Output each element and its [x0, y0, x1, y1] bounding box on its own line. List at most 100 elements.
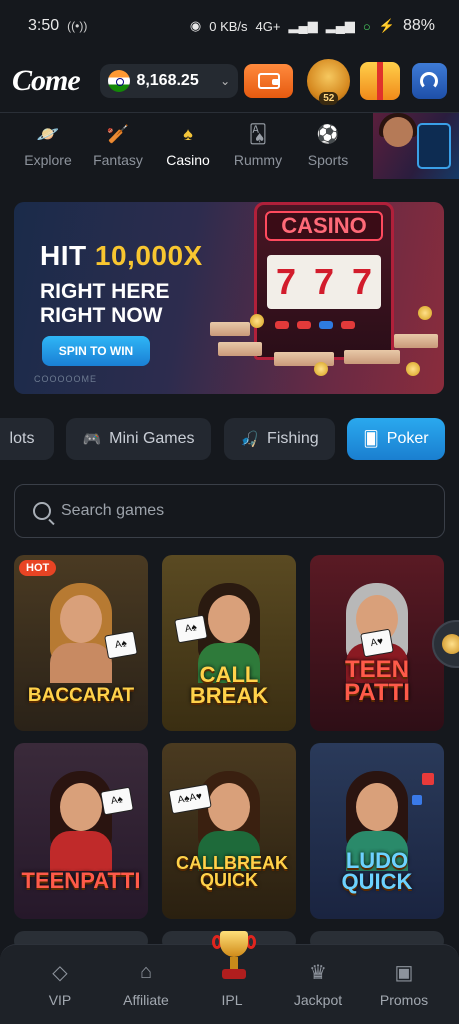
category-explore[interactable]: 🪐 Explore	[13, 124, 83, 168]
promo-phone-image	[417, 122, 451, 169]
vip-level-number: 52	[319, 92, 339, 105]
cash-stack	[210, 322, 250, 336]
tab-slots[interactable]: lots	[0, 418, 54, 460]
nav-ipl[interactable]: IPL	[189, 931, 275, 1024]
search-input[interactable]	[61, 502, 401, 520]
banner-line-3: RIGHT NOW	[40, 304, 163, 327]
headset-icon	[420, 72, 439, 90]
app-header: Come 8,168.25 ⌄ 52	[0, 52, 459, 110]
app-logo[interactable]: Come	[12, 64, 94, 98]
game-card-teenpatti[interactable]: A♠ TEENPATTI	[14, 743, 148, 919]
slot-button-blue	[319, 321, 333, 329]
cash-stack	[394, 334, 438, 348]
spin-to-win-button[interactable]: SPIN TO WIN	[42, 336, 150, 366]
reel-1: 7	[275, 261, 297, 302]
playing-cards-icon: A♠	[104, 630, 138, 660]
casino-sign: CASINO	[265, 211, 383, 241]
game-title: CALL BREAK	[189, 662, 269, 708]
game-filter-tabs: lots 🎮 Mini Games 🎣 Fishing 🂠 Poker	[0, 418, 459, 460]
tab-poker[interactable]: 🂠 Poker	[347, 418, 445, 460]
category-label: Fantasy	[93, 151, 143, 168]
cash-stack	[344, 350, 400, 364]
network-speed: 0 KB/s	[209, 18, 248, 34]
trophy-icon	[442, 634, 459, 654]
nav-label: Promos	[379, 992, 429, 1008]
banner-headline-highlight: 10,000X	[94, 240, 203, 271]
nav-affiliate[interactable]: ⌂ Affiliate	[103, 945, 189, 1024]
balance-selector[interactable]: 8,168.25 ⌄	[100, 64, 239, 98]
nav-vip[interactable]: ◇ VIP	[17, 945, 103, 1024]
jackpot-icon: ♛	[309, 961, 327, 984]
game-title: CALLBREAK QUICK	[176, 853, 288, 891]
fish-icon: 🎣	[240, 431, 260, 448]
hot-badge: HOT	[19, 560, 57, 576]
game-title: LUDO QUICK	[341, 848, 413, 894]
category-rummy[interactable]: 🂡 Rummy	[223, 124, 293, 168]
game-title: TEENPATTI	[21, 868, 141, 893]
planet-icon: 🪐	[36, 124, 60, 144]
category-fantasy[interactable]: 🏏 Fantasy	[83, 124, 153, 168]
game-card-baccarat[interactable]: HOT A♠ BACCARAT	[14, 555, 148, 731]
torso	[50, 643, 112, 683]
nav-label: Jackpot	[293, 992, 343, 1008]
face	[208, 783, 250, 831]
dice-icon	[412, 795, 422, 805]
banner-line-2: RIGHT HERE	[40, 280, 170, 303]
tab-label: lots	[9, 430, 35, 447]
football-icon: ⚽	[316, 124, 340, 144]
tab-label: Fishing	[267, 430, 319, 447]
tab-mini-games[interactable]: 🎮 Mini Games	[66, 418, 211, 460]
wallet-button[interactable]	[244, 64, 294, 98]
promo-banner[interactable]: HIT 10,000X RIGHT HERE RIGHT NOW SPIN TO…	[14, 202, 444, 394]
sync-icon: ○	[362, 18, 371, 34]
promo-woman-face	[383, 116, 413, 147]
reel-3: 7	[351, 261, 373, 302]
promo-thumbnail[interactable]	[373, 112, 459, 179]
face	[208, 595, 250, 643]
status-time: 3:50	[28, 17, 60, 34]
face	[60, 595, 102, 643]
nav-label: IPL	[221, 992, 243, 1008]
slot-machine-image: CASINO 7 7 7	[254, 202, 394, 360]
torso	[50, 831, 112, 871]
spade-icon: ♠	[183, 124, 193, 144]
tab-label: Poker	[386, 430, 429, 447]
playing-cards-icon: A♠	[174, 614, 208, 644]
game-card-teen-patti[interactable]: A♥ TEEN PATTI	[310, 555, 444, 731]
tab-fishing[interactable]: 🎣 Fishing	[224, 418, 335, 460]
dice-icon	[422, 773, 434, 785]
bat-icon: 🏏	[106, 124, 130, 144]
game-title: TEEN PATTI	[344, 656, 410, 706]
call-signal-icon: ((•))	[67, 19, 88, 33]
nav-label: Affiliate	[123, 992, 169, 1008]
game-card-call-break[interactable]: A♠ CALL BREAK	[162, 555, 296, 731]
slot-reels: 7 7 7	[267, 255, 381, 309]
search-bar[interactable]	[14, 484, 445, 538]
signal-icon-2: ▂▄▆	[325, 18, 355, 33]
banner-headline-prefix: HIT	[40, 240, 87, 271]
support-button[interactable]	[411, 63, 447, 99]
balance-amount: 8,168.25	[136, 72, 199, 89]
gift-icon: ▣	[394, 961, 414, 984]
trophy-cup	[220, 931, 248, 957]
tab-label: Mini Games	[109, 430, 195, 447]
nav-jackpot[interactable]: ♛ Jackpot	[275, 945, 361, 1024]
coin	[250, 314, 264, 328]
category-label: Explore	[24, 151, 72, 168]
coin	[406, 362, 420, 376]
coin	[418, 306, 432, 320]
wallet-icon	[257, 73, 280, 89]
game-card-ludo-quick[interactable]: LUDO QUICK	[310, 743, 444, 919]
category-sports[interactable]: ⚽ Sports	[293, 124, 363, 168]
banner-brand: COOOOOME	[34, 374, 98, 384]
gift-box-icon[interactable]	[360, 62, 400, 100]
hotspot-icon: ◉	[189, 18, 202, 33]
affiliate-icon: ⌂	[139, 960, 153, 983]
face	[356, 783, 398, 831]
vip-level-badge[interactable]: 52	[307, 59, 351, 105]
dealer-image: A♠A♥	[168, 769, 266, 871]
game-card-callbreak-quick[interactable]: A♠A♥ CALLBREAK QUICK	[162, 743, 296, 919]
slot-button-red-3	[341, 321, 355, 329]
nav-promos[interactable]: ▣ Promos	[361, 945, 447, 1024]
category-casino[interactable]: ♠ Casino	[153, 124, 223, 168]
